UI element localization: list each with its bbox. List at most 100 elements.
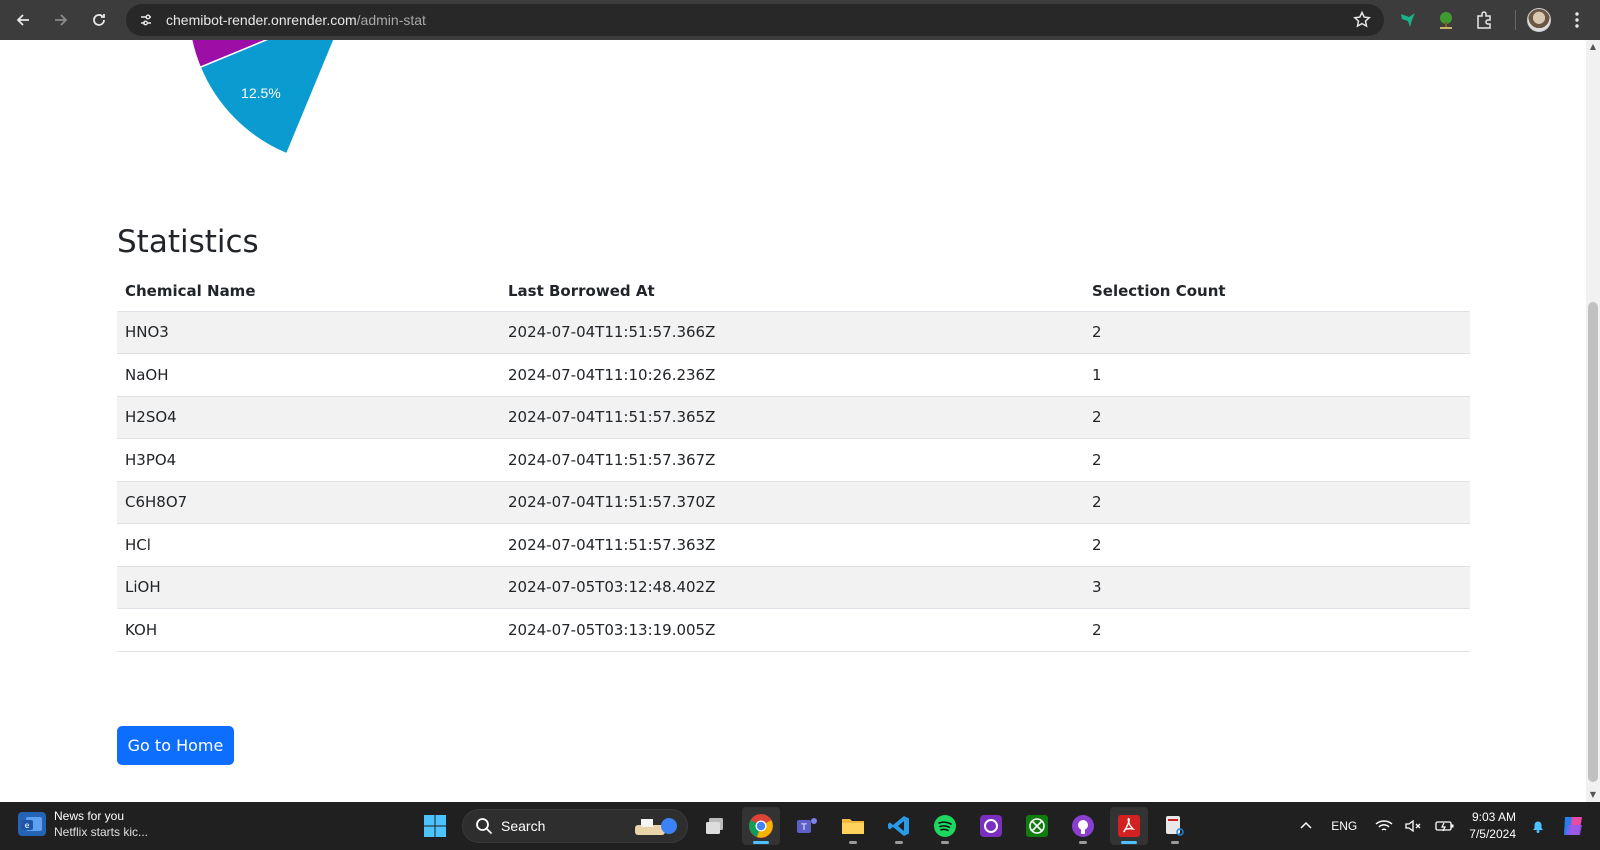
reload-icon <box>93 14 105 26</box>
running-indicator <box>1171 841 1179 844</box>
language-indicator[interactable]: ENG <box>1331 819 1357 833</box>
cell-last-borrowed-at: 2024-07-04T11:51:57.367Z <box>500 438 1084 482</box>
cell-last-borrowed-at: 2024-07-05T03:12:48.402Z <box>500 566 1084 609</box>
table-row: H3PO4 2024-07-04T11:51:57.367Z 2 <box>117 438 1470 482</box>
clock-time: 9:03 AM <box>1471 810 1516 824</box>
github-icon <box>1072 815 1094 837</box>
table-row: KOH 2024-07-05T03:13:19.005Z 2 <box>117 608 1470 652</box>
cell-selection-count: 2 <box>1084 481 1470 524</box>
cell-selection-count: 2 <box>1084 311 1470 354</box>
taskbar-app-purple[interactable] <box>972 807 1010 845</box>
notification-bell-icon[interactable] <box>1530 818 1546 834</box>
cell-chemical-name: KOH <box>117 608 500 652</box>
scroll-down-arrow-icon[interactable]: ▼ <box>1588 790 1598 800</box>
pie-slice-label: 12.5% <box>241 85 281 101</box>
news-title: News for you <box>54 809 125 823</box>
table-row: LiOH 2024-07-05T03:12:48.402Z 3 <box>117 566 1470 609</box>
vscode-icon <box>888 816 909 836</box>
task-view-button[interactable] <box>696 807 734 845</box>
taskbar-snipping-tool[interactable] <box>1156 807 1194 845</box>
search-highlight-icon <box>635 818 677 835</box>
show-hidden-icons-chevron-icon[interactable] <box>1299 819 1313 833</box>
avatar <box>1527 8 1551 32</box>
pie-chart: 12.5%12.5%12.5% <box>190 40 335 155</box>
cell-selection-count: 3 <box>1084 566 1470 609</box>
news-widget[interactable]: e News for you Netflix starts kic... <box>18 808 148 840</box>
acrobat-icon <box>1118 815 1140 837</box>
volume-muted-icon[interactable] <box>1405 819 1423 833</box>
page-content: 12.5%12.5%12.5% Statistics Chemical Name… <box>0 40 1586 802</box>
cell-chemical-name: H2SO4 <box>117 396 500 439</box>
cell-chemical-name: HCl <box>117 523 500 567</box>
bookmark-star-icon[interactable] <box>1352 10 1372 34</box>
clock-date: 7/5/2024 <box>1469 827 1516 841</box>
url-host: chemibot-render.onrender.com <box>166 12 357 28</box>
cell-selection-count: 2 <box>1084 523 1470 567</box>
cell-selection-count: 2 <box>1084 396 1470 439</box>
taskbar-search[interactable]: Search <box>462 809 688 843</box>
teams-icon: T <box>797 818 817 833</box>
url-text: chemibot-render.onrender.com/admin-stat <box>166 12 426 28</box>
search-label: Search <box>501 818 546 834</box>
page-scrollbar[interactable]: ▲ ▼ <box>1586 40 1600 802</box>
table-row: HNO3 2024-07-04T11:51:57.366Z 2 <box>117 311 1470 354</box>
back-button[interactable] <box>8 5 38 35</box>
cell-last-borrowed-at: 2024-07-04T11:51:57.363Z <box>500 523 1084 567</box>
clock[interactable]: 9:03 AM 7/5/2024 <box>1469 809 1516 843</box>
news-subtitle: Netflix starts kic... <box>54 825 149 839</box>
scroll-up-arrow-icon[interactable]: ▲ <box>1588 42 1598 52</box>
cell-selection-count: 2 <box>1084 438 1470 482</box>
taskbar-file-explorer[interactable] <box>834 807 872 845</box>
table-row: NaOH 2024-07-04T11:10:26.236Z 1 <box>117 353 1470 397</box>
news-icon: e <box>18 812 46 836</box>
running-indicator <box>895 841 903 844</box>
running-indicator <box>941 841 949 844</box>
header-last-borrowed-at: Last Borrowed At <box>500 272 1084 312</box>
system-tray: ENG 9:03 AM 7/5/2024 <box>1287 802 1586 850</box>
cell-chemical-name: HNO3 <box>117 311 500 354</box>
reload-button[interactable] <box>84 5 114 35</box>
cell-selection-count: 1 <box>1084 353 1470 397</box>
cell-chemical-name: H3PO4 <box>117 438 500 482</box>
cell-chemical-name: C6H8O7 <box>117 481 500 524</box>
active-indicator <box>1121 841 1137 844</box>
menu-kebab-icon[interactable] <box>1562 5 1592 35</box>
go-to-home-button[interactable]: Go to Home <box>117 726 234 765</box>
taskbar-teams[interactable]: T <box>788 807 826 845</box>
battery-icon[interactable] <box>1435 819 1455 833</box>
profile-avatar[interactable] <box>1524 5 1554 35</box>
taskbar-github[interactable] <box>1064 807 1102 845</box>
site-info-icon[interactable] <box>132 6 160 34</box>
news-text: News for you Netflix starts kic... <box>54 808 148 840</box>
table-row: C6H8O7 2024-07-04T11:51:57.370Z 2 <box>117 481 1470 524</box>
start-button[interactable] <box>416 807 454 845</box>
taskbar-chrome[interactable] <box>742 807 780 845</box>
toolbar-divider <box>1515 10 1516 30</box>
forward-button[interactable] <box>46 5 76 35</box>
app-icon <box>980 815 1002 837</box>
taskbar-apps: Search T <box>412 806 1198 846</box>
taskbar-spotify[interactable] <box>926 807 964 845</box>
copilot-icon[interactable] <box>1560 813 1586 839</box>
hummingbird-extension-icon[interactable] <box>1393 5 1423 35</box>
taskbar-vscode[interactable] <box>880 807 918 845</box>
table-row: HCl 2024-07-04T11:51:57.363Z 2 <box>117 523 1470 567</box>
puzzle-extensions-icon[interactable] <box>1469 5 1499 35</box>
wifi-icon[interactable] <box>1375 819 1393 833</box>
taskbar-xbox[interactable] <box>1018 807 1056 845</box>
cell-last-borrowed-at: 2024-07-04T11:51:57.370Z <box>500 481 1084 524</box>
taskbar-acrobat[interactable] <box>1110 807 1148 845</box>
forward-arrow-icon <box>55 14 68 26</box>
address-bar[interactable]: chemibot-render.onrender.com/admin-stat <box>126 4 1384 36</box>
task-view-icon <box>706 818 723 834</box>
cell-last-borrowed-at: 2024-07-04T11:10:26.236Z <box>500 353 1084 397</box>
chrome-icon <box>749 814 773 838</box>
search-icon <box>476 818 493 835</box>
extensions-area <box>1393 0 1600 40</box>
scroll-thumb[interactable] <box>1588 302 1598 782</box>
url-path: /admin-stat <box>356 12 426 28</box>
table-header-row: Chemical Name Last Borrowed At Selection… <box>117 272 1470 312</box>
tree-extension-icon[interactable] <box>1431 5 1461 35</box>
active-indicator <box>753 841 769 844</box>
cell-last-borrowed-at: 2024-07-04T11:51:57.365Z <box>500 396 1084 439</box>
